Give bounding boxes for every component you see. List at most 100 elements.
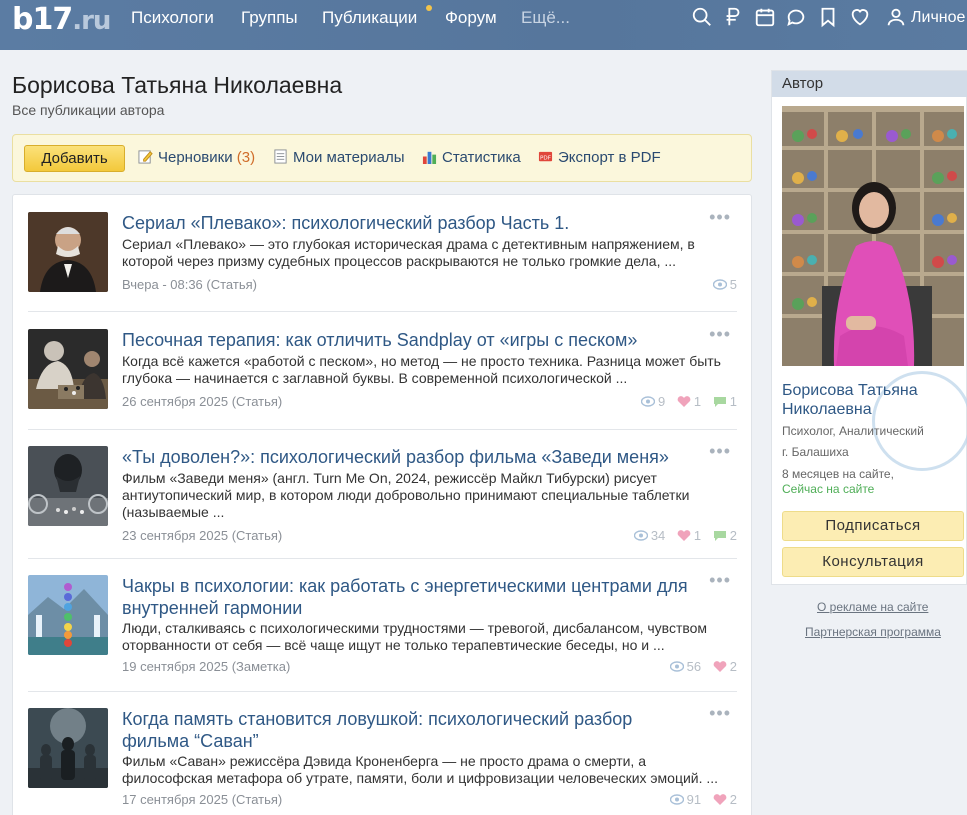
online-status: Сейчас на сайте — [782, 482, 875, 496]
drafts-count: (3) — [236, 149, 256, 166]
heart-icon[interactable] — [849, 6, 871, 28]
publication-stats: 9 1 1 — [633, 394, 737, 410]
more-options-icon[interactable]: ••• — [709, 325, 731, 343]
nav-publications[interactable]: Публикации — [322, 8, 417, 28]
sidebar-heading: Автор — [772, 71, 967, 97]
publication-stats: 91 2 — [662, 792, 737, 808]
bookmark-icon[interactable] — [817, 6, 839, 28]
author-photo[interactable] — [782, 106, 964, 366]
page-title: Борисова Татьяна Николаевна — [12, 72, 343, 98]
heart-icon — [677, 396, 691, 407]
export-pdf-label: Экспорт в PDF — [558, 149, 661, 166]
eye-icon — [712, 279, 727, 290]
nav-psychologists[interactable]: Психологи — [131, 8, 214, 28]
views-count: 9 — [640, 394, 665, 410]
top-navigation-bar: b17.ru Психологи Группы Публикации Форум… — [0, 0, 967, 50]
author-since: 8 месяцев на сайте, — [782, 467, 894, 481]
views-count: 5 — [712, 277, 737, 293]
user-icon[interactable] — [885, 6, 907, 28]
my-materials-link[interactable]: Мои материалы — [273, 149, 405, 169]
chat-icon[interactable] — [785, 6, 807, 28]
heart-icon — [677, 530, 691, 541]
publication-item: Чакры в психологии: как работать с энерг… — [28, 571, 737, 675]
eye-icon — [640, 396, 656, 407]
nav-more[interactable]: Ещё... — [521, 8, 570, 28]
comment-icon — [713, 397, 726, 407]
personal-account-link[interactable]: Личное — [911, 8, 965, 28]
partner-program-link[interactable]: Партнерская программа — [805, 625, 941, 639]
statistics-label: Статистика — [442, 149, 521, 166]
drafts-label: Черновики — [158, 149, 233, 166]
publication-excerpt: Сериал «Плевако» — это глубокая историче… — [122, 236, 695, 269]
publication-excerpt: Когда всё кажется «работой с песком», но… — [122, 353, 721, 386]
nav-forum[interactable]: Форум — [445, 8, 497, 28]
more-options-icon[interactable]: ••• — [709, 442, 731, 460]
author-name[interactable]: Борисова Татьяна Николаевна — [782, 381, 962, 419]
publications-list: Сериал «Плевако»: психологический разбор… — [12, 194, 752, 815]
views-count: 56 — [669, 659, 701, 675]
eye-icon — [669, 794, 684, 805]
my-materials-label: Мои материалы — [293, 149, 405, 166]
ad-info-link[interactable]: О рекламе на сайте — [817, 600, 928, 614]
export-pdf-link[interactable]: PDF Экспорт в PDF — [538, 149, 661, 169]
more-options-icon[interactable]: ••• — [709, 208, 731, 226]
publication-item: Сериал «Плевако»: психологический разбор… — [28, 208, 737, 296]
eye-icon — [669, 661, 684, 672]
site-logo[interactable]: b17.ru — [12, 2, 111, 37]
divider — [28, 691, 737, 692]
heart-icon — [713, 661, 727, 672]
bar-chart-icon — [422, 151, 437, 164]
pdf-icon: PDF — [538, 151, 553, 161]
publication-thumbnail[interactable] — [28, 446, 108, 526]
logo-main: b17 — [12, 2, 73, 37]
publication-excerpt: Фильм «Саван» режиссёра Дэвида Кроненбер… — [122, 753, 719, 786]
publication-thumbnail[interactable] — [28, 708, 108, 788]
calendar-icon[interactable] — [754, 6, 776, 28]
publication-stats: 34 1 2 — [626, 528, 737, 544]
logo-suffix: .ru — [72, 6, 111, 36]
pencil-icon — [138, 150, 153, 164]
document-icon — [274, 149, 287, 164]
publication-title[interactable]: Сериал «Плевако»: психологический разбор… — [122, 212, 702, 234]
ruble-icon[interactable] — [722, 6, 744, 28]
publication-title[interactable]: Когда память становится ловушкой: психол… — [122, 708, 702, 752]
publication-item: Когда память становится ловушкой: психол… — [28, 704, 737, 808]
publication-item: Песочная терапия: как отличить Sandplay … — [28, 325, 737, 413]
consultation-button[interactable]: Консультация — [782, 547, 964, 577]
likes-count: 1 — [677, 528, 701, 544]
author-sidebar: Автор Борисова Татьяна Николаевна Психол… — [771, 70, 967, 585]
heart-icon — [713, 794, 727, 805]
publication-title[interactable]: Чакры в психологии: как работать с энерг… — [122, 575, 702, 619]
publication-stats: 5 — [705, 277, 737, 293]
nav-groups[interactable]: Группы — [241, 8, 298, 28]
new-publications-dot — [426, 5, 432, 11]
author-toolbar: Добавить Черновики (3) Мои материалы Ста… — [12, 134, 752, 182]
divider — [28, 429, 737, 430]
publication-meta: 23 сентября 2025 (Статья) — [122, 528, 283, 543]
divider — [28, 558, 737, 559]
add-button[interactable]: Добавить — [24, 145, 125, 172]
publication-meta: 26 сентября 2025 (Статья) — [122, 394, 283, 409]
publication-meta: 17 сентября 2025 (Статья) — [122, 792, 283, 807]
author-role: Психолог, Аналитический — [782, 424, 924, 438]
more-options-icon[interactable]: ••• — [709, 704, 731, 722]
likes-count: 2 — [713, 659, 737, 675]
publication-thumbnail[interactable] — [28, 575, 108, 655]
comments-count: 2 — [713, 528, 737, 544]
publication-thumbnail[interactable] — [28, 212, 108, 292]
publication-thumbnail[interactable] — [28, 329, 108, 409]
publication-stats: 56 2 — [662, 659, 737, 675]
search-icon[interactable] — [691, 6, 713, 28]
publication-meta: 19 сентября 2025 (Заметка) — [122, 659, 291, 674]
drafts-link[interactable]: Черновики (3) — [138, 149, 255, 169]
publication-meta: Вчера - 08:36 (Статья) — [122, 277, 257, 292]
statistics-link[interactable]: Статистика — [422, 149, 521, 169]
svg-text:PDF: PDF — [540, 155, 551, 161]
subscribe-button[interactable]: Подписаться — [782, 511, 964, 541]
likes-count: 2 — [713, 792, 737, 808]
eye-icon — [633, 530, 649, 541]
more-options-icon[interactable]: ••• — [709, 571, 731, 589]
publication-title[interactable]: Песочная терапия: как отличить Sandplay … — [122, 329, 702, 351]
divider — [28, 311, 737, 312]
publication-title[interactable]: «Ты доволен?»: психологический разбор фи… — [122, 446, 702, 468]
